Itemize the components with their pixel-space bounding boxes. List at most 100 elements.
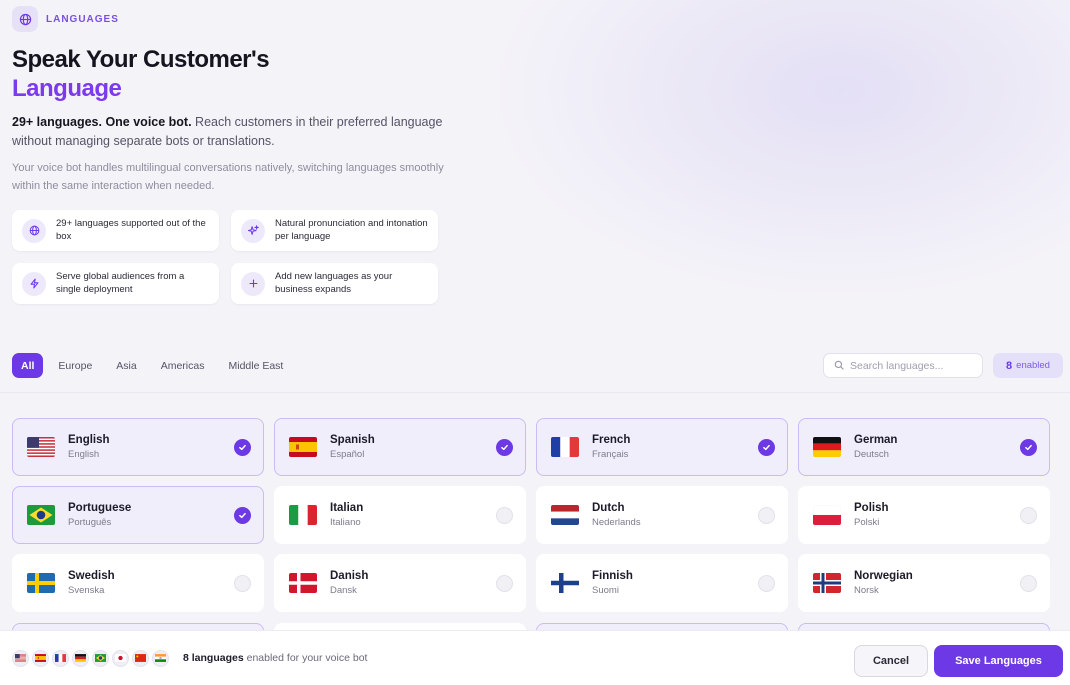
language-card-norwegian[interactable]: Norwegian Norsk <box>798 554 1050 612</box>
lead-text: 29+ languages. One voice bot. Reach cust… <box>12 113 472 151</box>
language-name: English <box>68 434 110 446</box>
hero: LANGUAGES Speak Your Customer's Language… <box>12 6 472 195</box>
search-box <box>823 353 983 378</box>
language-native-name: Português <box>68 517 112 528</box>
language-names: French Français <box>592 434 758 460</box>
enabled-count-badge: 8 enabled <box>993 353 1063 378</box>
checkmark-icon[interactable] <box>234 506 251 524</box>
language-names: Portuguese Português <box>68 502 234 528</box>
language-native-name: Nederlands <box>592 517 641 528</box>
enabled-count: 8 <box>1006 359 1013 372</box>
language-names: Swedish Svenska <box>68 570 234 596</box>
flag-br-icon <box>92 649 109 667</box>
language-card-english[interactable]: English English <box>12 418 264 476</box>
flag-dk-icon <box>289 573 317 593</box>
page-title-accent: Language <box>12 75 122 102</box>
language-grid: English English Spanish Español French França… <box>12 418 1051 612</box>
language-native-name: Deutsch <box>854 449 889 460</box>
filter-tab-all[interactable]: All <box>12 353 44 378</box>
search-icon <box>834 357 844 375</box>
language-names: Polish Polski <box>854 502 1020 528</box>
flag-jp-icon <box>112 649 129 667</box>
feature-text: Add new languages as your business expan… <box>275 271 393 295</box>
language-card-finnish[interactable]: Finnish Suomi <box>536 554 788 612</box>
flag-se-icon <box>27 573 55 593</box>
filter-tab-americas[interactable]: Americas <box>152 353 214 378</box>
feature-list: 29+ languages supported out of the box N… <box>12 210 438 304</box>
language-name: Swedish <box>68 570 115 582</box>
divider <box>0 392 1070 393</box>
flag-es-icon <box>32 649 49 667</box>
region-filter-tabs: All Europe Asia Americas Middle East <box>12 353 292 378</box>
flag-in-icon <box>152 649 169 667</box>
unchecked-circle-icon[interactable] <box>758 506 775 524</box>
flag-us-icon <box>12 649 29 667</box>
flag-es-icon <box>289 437 317 457</box>
save-languages-button[interactable]: Save Languages <box>934 645 1063 677</box>
language-card-spanish[interactable]: Spanish Español <box>274 418 526 476</box>
unchecked-circle-icon[interactable] <box>1020 506 1037 524</box>
flag-no-icon <box>813 573 841 593</box>
language-card-polish[interactable]: Polish Polski <box>798 486 1050 544</box>
language-name: French <box>592 434 631 446</box>
section-tag: LANGUAGES <box>12 6 472 32</box>
globe-icon <box>12 6 38 32</box>
flag-fr-icon <box>52 649 69 667</box>
checkmark-icon[interactable] <box>234 438 251 456</box>
search-input[interactable] <box>850 359 970 372</box>
unchecked-circle-icon[interactable] <box>758 574 775 592</box>
language-name: Norwegian <box>854 570 913 582</box>
feature-item: Natural pronunciation and intonation per… <box>231 210 438 251</box>
checkmark-icon[interactable] <box>496 438 513 456</box>
language-native-name: Suomi <box>592 585 619 596</box>
filter-tab-middle-east[interactable]: Middle East <box>219 353 292 378</box>
sub-text: Your voice bot handles multilingual conv… <box>12 162 444 192</box>
language-name: Portuguese <box>68 502 132 514</box>
unchecked-circle-icon[interactable] <box>1020 574 1037 592</box>
checkmark-icon[interactable] <box>1020 438 1037 456</box>
language-names: Finnish Suomi <box>592 570 758 596</box>
language-native-name: Français <box>592 449 629 460</box>
language-card-german[interactable]: German Deutsch <box>798 418 1050 476</box>
checkmark-icon[interactable] <box>758 438 775 456</box>
language-names: English English <box>68 434 234 460</box>
feature-item: Add new languages as your business expan… <box>231 263 438 304</box>
language-card-swedish[interactable]: Swedish Svenska <box>12 554 264 612</box>
language-native-name: Norsk <box>854 585 879 596</box>
flag-br-icon <box>27 505 55 525</box>
filter-tab-asia[interactable]: Asia <box>107 353 145 378</box>
language-card-portuguese[interactable]: Portuguese Português <box>12 486 264 544</box>
plus-icon <box>241 271 265 296</box>
language-card-danish[interactable]: Danish Dansk <box>274 554 526 612</box>
sparkle-icon <box>241 218 265 243</box>
language-name: Dutch <box>592 502 625 514</box>
unchecked-circle-icon[interactable] <box>496 574 513 592</box>
language-names: German Deutsch <box>854 434 1020 460</box>
language-name: Polish <box>854 502 889 514</box>
language-native-name: Italiano <box>330 517 361 528</box>
cancel-button[interactable]: Cancel <box>854 645 928 677</box>
enabled-flags <box>12 649 169 667</box>
language-names: Dutch Nederlands <box>592 502 758 528</box>
flag-pl-icon <box>813 505 841 525</box>
language-native-name: Español <box>330 449 365 460</box>
flag-fi-icon <box>551 573 579 593</box>
language-card-dutch[interactable]: Dutch Nederlands <box>536 486 788 544</box>
flag-fr-icon <box>551 437 579 457</box>
footer-bar: 8 languages enabled for your voice bot C… <box>0 630 1070 685</box>
language-name: Italian <box>330 502 364 514</box>
feature-item: Serve global audiences from a single dep… <box>12 263 219 304</box>
feature-item: 29+ languages supported out of the box <box>12 210 219 251</box>
language-names: Italian Italiano <box>330 502 496 528</box>
unchecked-circle-icon[interactable] <box>496 506 513 524</box>
unchecked-circle-icon[interactable] <box>234 574 251 592</box>
language-card-french[interactable]: French Français <box>536 418 788 476</box>
language-names: Spanish Español <box>330 434 496 460</box>
footer-suffix: enabled for your voice bot <box>243 652 368 664</box>
feature-text: Serve global audiences from a single dep… <box>56 271 185 295</box>
page-title: Speak Your Customer's Language <box>12 45 472 103</box>
filter-tab-europe[interactable]: Europe <box>49 353 101 378</box>
language-card-italian[interactable]: Italian Italiano <box>274 486 526 544</box>
flag-de-icon <box>813 437 841 457</box>
footer-count: 8 languages <box>183 652 244 664</box>
